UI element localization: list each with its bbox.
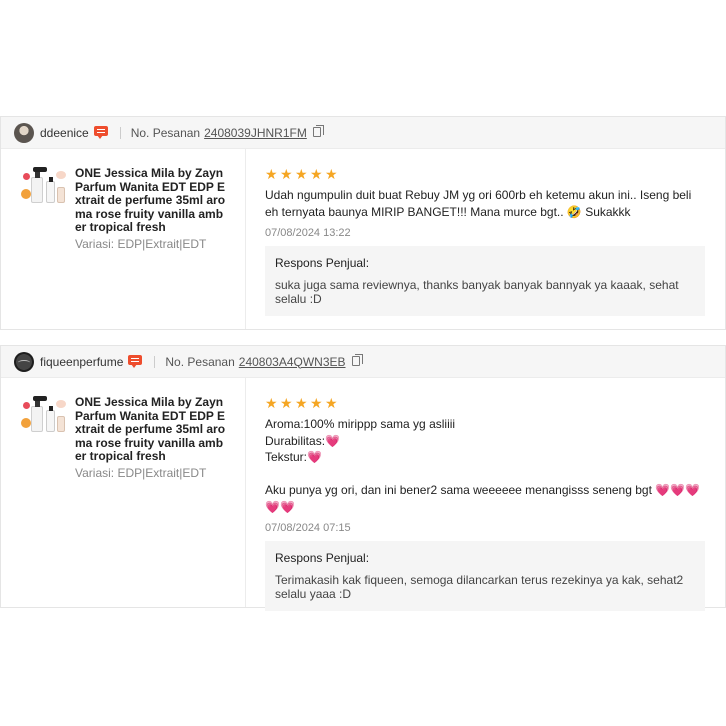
star-icon: ★ — [265, 395, 278, 411]
star-icon: ★ — [310, 395, 323, 411]
review-card: ddeenice No. Pesanan 2408039JHNR1FM ONE … — [0, 116, 726, 330]
star-icon: ★ — [325, 166, 338, 182]
star-icon: ★ — [280, 166, 293, 182]
avatar[interactable] — [14, 122, 34, 143]
username[interactable]: fiqueenperfume — [40, 355, 123, 369]
chat-icon[interactable] — [93, 126, 108, 139]
response-title: Respons Penjual: — [275, 256, 370, 270]
star-icon: ★ — [325, 395, 338, 411]
star-icon: ★ — [295, 166, 308, 182]
review-header: ddeenice No. Pesanan 2408039JHNR1FM — [1, 117, 725, 149]
product-variation: Variasi: EDP|Extrait|EDT — [75, 465, 207, 480]
response-title: Respons Penjual: — [275, 551, 370, 565]
seller-response: Respons Penjual: suka juga sama reviewny… — [265, 246, 705, 316]
review-date: 07/08/2024 13:22 — [265, 227, 351, 239]
chat-icon[interactable] — [128, 355, 143, 368]
star-icon: ★ — [295, 395, 308, 411]
seller-response: Respons Penjual: Terimakasih kak fiqueen… — [265, 541, 705, 611]
order-number-link[interactable]: 2408039JHNR1FM — [204, 126, 307, 140]
review-content: ★ ★ ★ ★ ★ Udah ngumpulin duit buat Rebuy… — [246, 149, 725, 329]
order-number-link[interactable]: 240803A4QWN3EB — [239, 355, 346, 369]
order-label: No. Pesanan — [130, 125, 201, 140]
review-text: Udah ngumpulin duit buat Rebuy JM yg ori… — [265, 188, 692, 219]
product-info[interactable]: ONE Jessica Mila by Zayn Parfum Wanita E… — [1, 149, 246, 329]
product-name[interactable]: ONE Jessica Mila by Zayn Parfum Wanita E… — [75, 395, 229, 464]
review-header: fiqueenperfume No. Pesanan 240803A4QWN3E… — [1, 346, 725, 378]
star-icon: ★ — [265, 166, 278, 182]
copy-icon[interactable] — [312, 124, 324, 137]
star-icon: ★ — [280, 395, 293, 411]
review-text: Aroma:100% mirippp sama yg asliiii Durab… — [265, 417, 701, 514]
product-variation: Variasi: EDP|Extrait|EDT — [75, 236, 207, 251]
review-content: ★ ★ ★ ★ ★ Aroma:100% mirippp sama yg asl… — [246, 378, 725, 611]
response-text: suka juga sama reviewnya, thanks banyak … — [275, 278, 679, 306]
product-name[interactable]: ONE Jessica Mila by Zayn Parfum Wanita E… — [75, 166, 229, 235]
divider — [154, 355, 156, 368]
username[interactable]: ddeenice — [40, 126, 89, 140]
copy-icon[interactable] — [351, 353, 363, 366]
star-rating: ★ ★ ★ ★ ★ — [265, 167, 705, 181]
review-card: fiqueenperfume No. Pesanan 240803A4QWN3E… — [0, 345, 726, 611]
product-thumbnail[interactable] — [19, 167, 69, 211]
star-icon: ★ — [310, 166, 323, 182]
order-label: No. Pesanan — [165, 354, 235, 369]
divider — [119, 126, 121, 139]
response-text: Terimakasih kak fiqueen, semoga dilancar… — [275, 573, 684, 601]
review-date: 07/08/2024 07:15 — [265, 522, 351, 534]
avatar[interactable] — [14, 351, 34, 372]
star-rating: ★ ★ ★ ★ ★ — [265, 396, 705, 410]
product-thumbnail[interactable] — [19, 396, 69, 440]
product-info[interactable]: ONE Jessica Mila by Zayn Parfum Wanita E… — [1, 378, 246, 607]
